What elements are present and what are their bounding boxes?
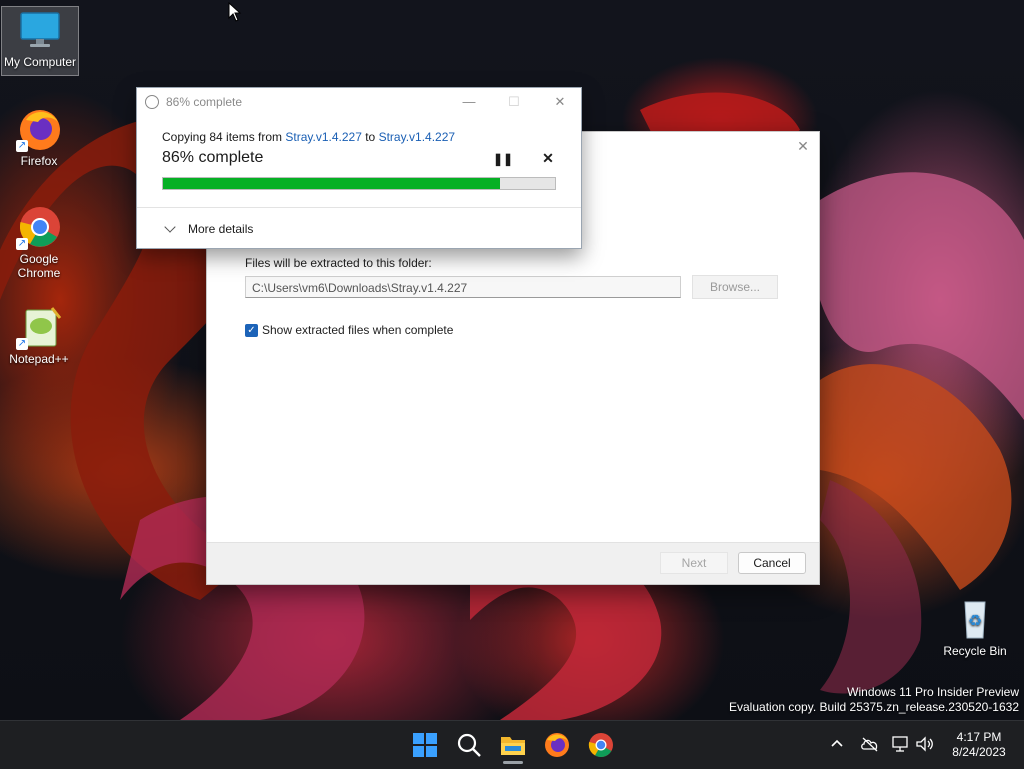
- next-button[interactable]: Next: [660, 552, 728, 574]
- extract-folder-label: Files will be extracted to this folder:: [245, 256, 432, 270]
- copy-prefix-text: Copying 84 items from: [162, 130, 286, 144]
- active-app-indicator: [503, 761, 523, 764]
- chevron-down-icon: [164, 221, 176, 233]
- cancel-button[interactable]: Cancel: [738, 552, 806, 574]
- divider: [137, 207, 581, 208]
- chrome-icon: ↗: [16, 204, 62, 250]
- desktop-icon-label: Google Chrome: [17, 252, 61, 280]
- onedrive-cloud-icon[interactable]: [860, 735, 880, 753]
- extract-path-field[interactable]: C:\Users\vm6\Downloads\Stray.v1.4.227: [245, 276, 681, 298]
- search-icon[interactable]: [455, 731, 483, 759]
- shortcut-arrow-icon: ↗: [16, 140, 28, 152]
- close-button[interactable]: ✕: [550, 93, 570, 111]
- desktop-icon-label: My Computer: [3, 55, 77, 69]
- clock-date: 8/24/2023: [952, 745, 1006, 759]
- recycle-bin-icon: ♻: [952, 596, 998, 642]
- taskbar: 4:17 PM 8/24/2023: [0, 720, 1024, 769]
- volume-icon[interactable]: [915, 735, 935, 753]
- desktop-icon-my-computer[interactable]: My Computer: [1, 6, 79, 76]
- wizard-close-button[interactable]: ✕: [795, 138, 811, 154]
- start-icon[interactable]: [411, 731, 439, 759]
- firefox-icon: ↗: [16, 106, 62, 152]
- svg-text:♻: ♻: [968, 611, 982, 630]
- clock-time: 4:17 PM: [956, 730, 1002, 744]
- more-details-toggle[interactable]: More details: [164, 221, 254, 236]
- desktop-icon-label: Firefox: [20, 154, 58, 168]
- chrome-icon[interactable]: [587, 731, 615, 759]
- show-hidden-icons-chevron-up-icon[interactable]: [828, 735, 846, 753]
- desktop-icon-notepadpp[interactable]: ↗ Notepad++: [1, 304, 77, 366]
- show-files-option[interactable]: ✓ Show extracted files when complete: [245, 323, 453, 337]
- progress-clock-icon: [145, 95, 159, 109]
- copy-mid-text: to: [361, 130, 379, 144]
- progress-window-title: 86% complete: [166, 95, 243, 109]
- pause-button[interactable]: ❚❚: [493, 152, 513, 166]
- maximize-button: ☐: [508, 94, 520, 109]
- watermark-line-1: Windows 11 Pro Insider Preview: [847, 685, 1019, 699]
- progress-titlebar[interactable]: 86% complete — ☐ ✕: [137, 88, 581, 116]
- wizard-footer: Next Cancel: [207, 542, 819, 584]
- progress-status-text: 86% complete: [162, 149, 264, 166]
- desktop-icon-recycle-bin[interactable]: ♻ Recycle Bin: [937, 596, 1013, 658]
- source-folder-link[interactable]: Stray.v1.4.227: [285, 130, 362, 144]
- destination-folder-link[interactable]: Stray.v1.4.227: [379, 130, 456, 144]
- watermark-line-2: Evaluation copy. Build 25375.zn_release.…: [729, 700, 1019, 714]
- progress-bar: [162, 177, 556, 190]
- show-files-checkbox[interactable]: ✓: [245, 323, 258, 337]
- minimize-button[interactable]: —: [459, 93, 479, 111]
- desktop-icon-chrome[interactable]: ↗ Google Chrome: [1, 204, 77, 280]
- firefox-icon[interactable]: [543, 731, 571, 759]
- notepadpp-icon: ↗: [16, 304, 62, 350]
- browse-button[interactable]: Browse...: [692, 275, 778, 299]
- shortcut-arrow-icon: ↗: [16, 338, 28, 350]
- file-explorer-icon[interactable]: [499, 731, 527, 764]
- cancel-copy-button[interactable]: ✕: [540, 150, 556, 167]
- show-files-label: Show extracted files when complete: [262, 323, 454, 337]
- mouse-cursor-icon: [228, 2, 242, 22]
- desktop-icon-firefox[interactable]: ↗ Firefox: [1, 106, 77, 168]
- desktop-icon-label: Notepad++: [9, 352, 69, 366]
- network-icon[interactable]: [891, 735, 911, 753]
- monitor-icon: [17, 7, 63, 53]
- copy-description: Copying 84 items from Stray.v1.4.227 to …: [162, 130, 455, 144]
- shortcut-arrow-icon: ↗: [16, 238, 28, 250]
- windows-watermark: Windows 11 Pro Insider Preview Evaluatio…: [729, 685, 1019, 715]
- copy-progress-dialog: 86% complete — ☐ ✕ Copying 84 items from…: [136, 87, 582, 249]
- desktop-icon-label: Recycle Bin: [943, 644, 1007, 658]
- progress-bar-fill: [163, 178, 501, 189]
- taskbar-clock[interactable]: 4:17 PM 8/24/2023: [944, 730, 1014, 760]
- more-details-label: More details: [188, 222, 254, 236]
